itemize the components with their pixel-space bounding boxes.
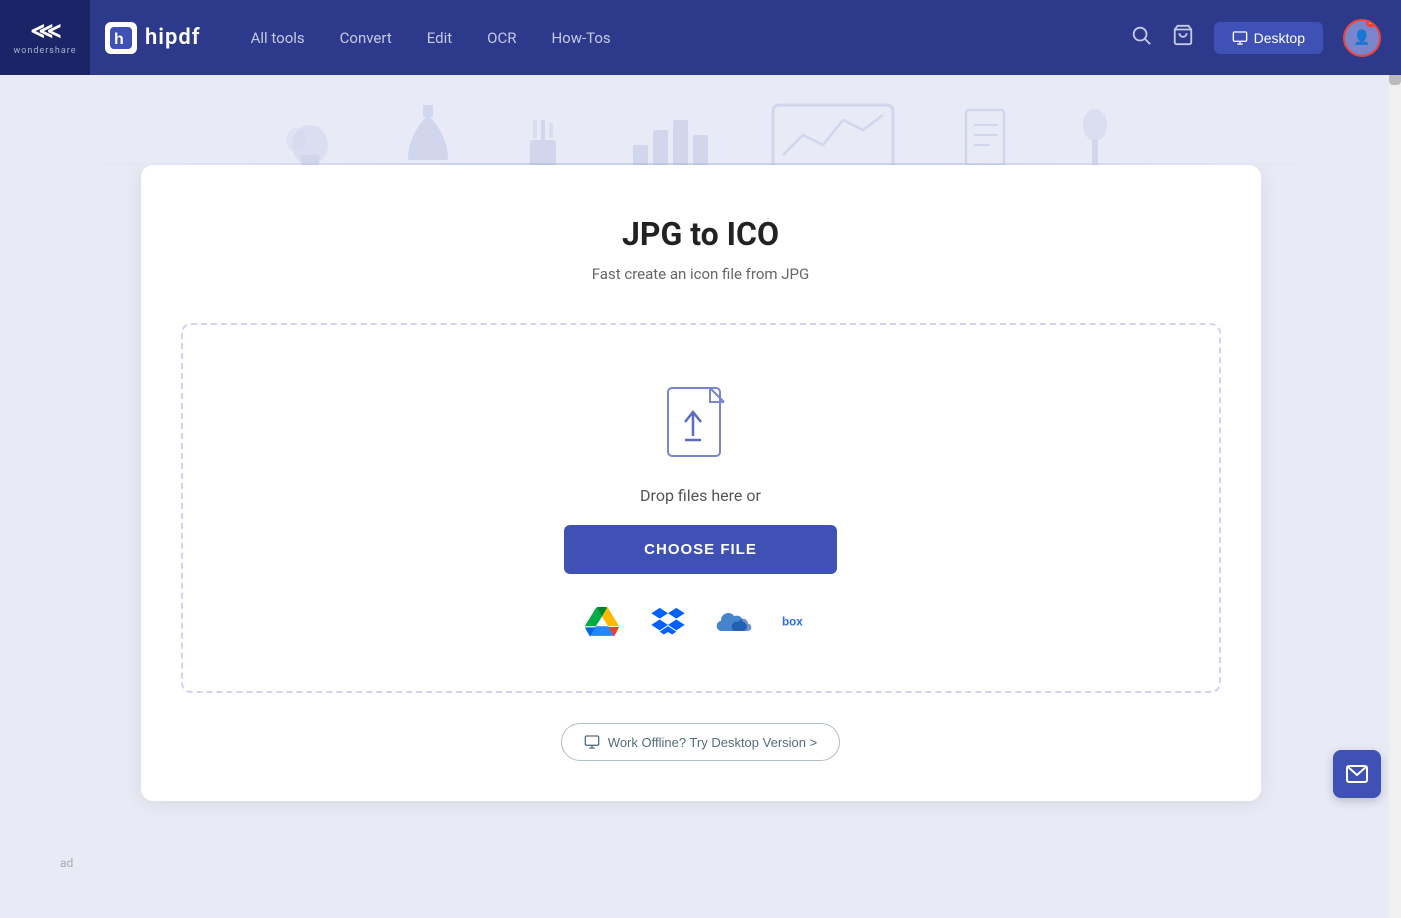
illustration-line (80, 163, 1321, 165)
hero-background (0, 75, 1401, 165)
desktop-button[interactable]: Desktop (1214, 22, 1323, 54)
wondershare-icon: ⋘ (30, 19, 59, 44)
nav-ocr[interactable]: OCR (487, 29, 516, 47)
drop-zone[interactable]: Drop files here or CHOOSE FILE (181, 323, 1221, 693)
box-icon[interactable]: box (782, 604, 818, 640)
converter-card: JPG to ICO Fast create an icon file from… (141, 165, 1261, 801)
nav-actions: Desktop 👤 Pro (1130, 19, 1381, 57)
user-avatar[interactable]: 👤 Pro (1343, 19, 1381, 57)
wondershare-logo[interactable]: ⋘ wondershare (0, 0, 90, 75)
hipdf-brand[interactable]: h hipdf (105, 22, 201, 54)
dropbox-icon[interactable] (650, 604, 686, 640)
main-content: JPG to ICO Fast create an icon file from… (0, 165, 1401, 841)
svg-text:h: h (114, 31, 124, 48)
onedrive-icon[interactable] (716, 604, 752, 640)
desktop-promo: Work Offline? Try Desktop Version > (181, 723, 1221, 761)
desktop-promo-button[interactable]: Work Offline? Try Desktop Version > (561, 723, 840, 761)
pro-badge: Pro (1366, 19, 1381, 27)
nav-how-tos[interactable]: How-Tos (551, 29, 610, 47)
cloud-services: box (584, 604, 818, 640)
page-subtitle: Fast create an icon file from JPG (181, 265, 1221, 283)
choose-file-button[interactable]: CHOOSE FILE (564, 525, 837, 574)
page-title: JPG to ICO (181, 215, 1221, 253)
nav-all-tools[interactable]: All tools (251, 29, 305, 47)
nav-convert[interactable]: Convert (340, 29, 392, 47)
search-button[interactable] (1130, 24, 1152, 52)
nav-links: All tools Convert Edit OCR How-Tos (251, 29, 1130, 47)
hipdf-logo-icon: h (105, 22, 137, 54)
upload-icon (666, 386, 736, 466)
cart-button[interactable] (1172, 24, 1194, 52)
ad-label: ad (60, 856, 1401, 870)
svg-text:box: box (782, 616, 803, 629)
mail-fab-button[interactable] (1333, 750, 1381, 798)
drop-text: Drop files here or (640, 486, 761, 505)
google-drive-icon[interactable] (584, 604, 620, 640)
desktop-promo-label: Work Offline? Try Desktop Version > (608, 735, 817, 750)
hipdf-name: hipdf (145, 25, 201, 50)
navbar: ⋘ wondershare h hipdf All tools Convert … (0, 0, 1401, 75)
hero-illustration (0, 95, 1401, 165)
nav-edit[interactable]: Edit (427, 29, 452, 47)
wondershare-text: wondershare (13, 46, 76, 56)
scrollbar[interactable] (1389, 0, 1401, 918)
